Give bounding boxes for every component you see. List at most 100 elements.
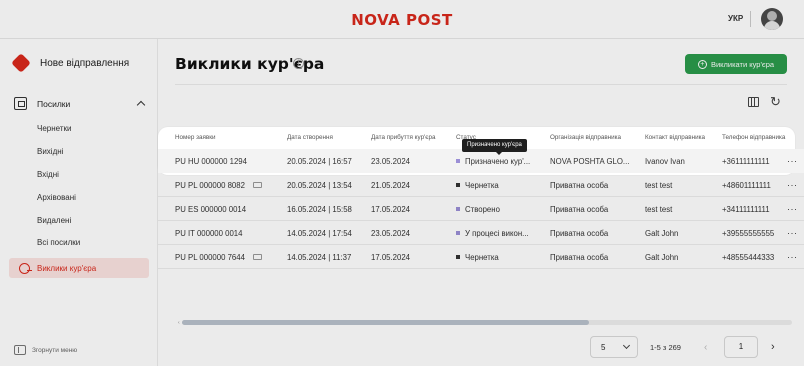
status-dot-icon — [456, 231, 460, 235]
cell-status: Призначено кур'... — [456, 157, 530, 166]
cell-number: PU HU 000000 1294 — [175, 157, 247, 166]
sidebar-item-outgoing[interactable]: Вихідні — [37, 147, 63, 156]
more-actions-icon[interactable]: ··· — [787, 156, 798, 166]
sidebar-item-deleted[interactable]: Видалені — [37, 216, 71, 225]
column-header[interactable]: Контакт відправника — [645, 134, 705, 141]
column-header[interactable]: Дата створення — [287, 134, 333, 141]
cell-number: PU IT 000000 0014 — [175, 229, 243, 238]
more-actions-icon[interactable]: ··· — [787, 180, 798, 190]
cell-org: Приватна особа — [550, 205, 609, 214]
table-row[interactable]: PU PL 000000 7644 14.05.2024 | 11:37 17.… — [158, 245, 804, 269]
cell-arrival: 23.05.2024 — [371, 229, 411, 238]
cell-phone: +34111111111 — [722, 205, 770, 214]
call-courier-label: Викликати кур'єра — [710, 59, 775, 69]
status-dot-icon — [456, 183, 460, 187]
page-size-value: 5 — [601, 343, 606, 352]
scrollbar-thumb[interactable] — [182, 320, 589, 325]
cell-contact: Ivanov Ivan — [645, 157, 685, 166]
language-switch[interactable]: УКР — [728, 14, 743, 23]
cell-created: 20.05.2024 | 16:57 — [287, 157, 352, 166]
sidebar-item-label: Виклики кур'єра — [37, 263, 97, 273]
cell-number: PU PL 000000 8082 — [175, 181, 262, 190]
table-row[interactable]: PU PL 000000 8082 20.05.2024 | 13:54 21.… — [158, 173, 804, 197]
cell-org: Приватна особа — [550, 253, 609, 262]
status-dot-icon — [456, 255, 460, 259]
column-header[interactable]: Організація відправника — [550, 134, 621, 141]
cell-contact: Galt John — [645, 229, 679, 238]
document-icon[interactable] — [252, 182, 262, 188]
sidebar-item-archived[interactable]: Архівовані — [37, 193, 76, 202]
more-actions-icon[interactable]: ··· — [787, 204, 798, 214]
more-actions-icon[interactable]: ··· — [787, 252, 798, 262]
nova-diamond-icon — [11, 53, 31, 73]
horizontal-scrollbar[interactable] — [182, 320, 792, 325]
collapse-menu-button[interactable]: Згорнути меню — [14, 345, 77, 355]
cell-org: Приватна особа — [550, 181, 609, 190]
prev-page-icon[interactable]: ‹ — [704, 342, 707, 353]
column-header[interactable]: Номер заявки — [175, 134, 216, 141]
sidebar: Нове відправлення Посилки Чернетки Вихід… — [0, 39, 158, 366]
divider — [750, 11, 751, 27]
next-page-icon[interactable]: › — [771, 341, 775, 353]
status-dot-icon — [456, 159, 460, 163]
parcel-icon — [14, 97, 27, 110]
pagination-range: 1-5 з 269 — [650, 343, 681, 352]
main-content: Виклики кур'єра i + Викликати кур'єра ↻ … — [158, 39, 804, 366]
cell-arrival: 17.05.2024 — [371, 205, 411, 214]
cell-status: У процесі викон... — [456, 229, 529, 238]
cell-number: PU ES 000000 0014 — [175, 205, 247, 214]
collapse-label: Згорнути меню — [32, 346, 78, 354]
more-actions-icon[interactable]: ··· — [787, 228, 798, 238]
cell-number: PU PL 000000 7644 — [175, 253, 262, 262]
scroll-left-icon[interactable]: ‹ — [178, 320, 180, 326]
cell-status: Чернетка — [456, 181, 499, 190]
cell-arrival: 23.05.2024 — [371, 157, 411, 166]
divider — [175, 84, 787, 85]
cell-arrival: 17.05.2024 — [371, 253, 411, 262]
table-row[interactable]: PU IT 000000 0014 14.05.2024 | 17:54 23.… — [158, 221, 804, 245]
sidebar-item-drafts[interactable]: Чернетки — [37, 124, 71, 133]
cell-org: Приватна особа — [550, 229, 609, 238]
new-shipment-label: Нове відправлення — [40, 57, 130, 69]
avatar[interactable] — [761, 8, 783, 30]
cell-contact: Galt John — [645, 253, 679, 262]
document-icon[interactable] — [252, 254, 262, 260]
cell-phone: +48601111111 — [722, 181, 771, 190]
courier-icon — [19, 262, 32, 274]
cell-contact: test test — [645, 205, 673, 214]
table-row[interactable]: PU ES 000000 0014 16.05.2024 | 15:58 17.… — [158, 197, 804, 221]
page-size-select[interactable]: 5 — [590, 336, 638, 358]
columns-icon[interactable] — [748, 97, 759, 107]
cell-created: 14.05.2024 | 11:37 — [287, 253, 352, 262]
cell-status: Чернетка — [456, 253, 499, 262]
column-header[interactable]: Дата прибуття кур'єра — [371, 134, 436, 141]
top-bar: NOVA POST УКР — [0, 0, 804, 39]
sidebar-collapse-icon — [14, 345, 26, 355]
chevron-up-icon[interactable] — [136, 100, 146, 110]
status-dot-icon — [456, 207, 460, 211]
sidebar-item-incoming[interactable]: Вхідні — [37, 170, 59, 179]
add-icon: + — [697, 59, 707, 69]
new-shipment-button[interactable]: Нове відправлення — [10, 53, 129, 73]
cell-created: 20.05.2024 | 13:54 — [287, 181, 352, 190]
cell-org: NOVA POSHTA GLO... — [550, 157, 630, 166]
page-number-input[interactable]: 1 — [724, 336, 758, 358]
nova-post-logo[interactable]: NOVA POST — [0, 11, 804, 29]
chevron-down-icon — [622, 341, 631, 350]
cell-arrival: 21.05.2024 — [371, 181, 411, 190]
call-courier-button[interactable]: + Викликати кур'єра — [685, 54, 787, 74]
cell-created: 14.05.2024 | 17:54 — [287, 229, 352, 238]
sidebar-section-label: Посилки — [37, 98, 71, 109]
table-row-highlighted[interactable]: PU HU 000000 1294 20.05.2024 | 16:57 23.… — [158, 149, 804, 173]
cell-created: 16.05.2024 | 15:58 — [287, 205, 352, 214]
sidebar-item-all-parcels[interactable]: Всі посилки — [37, 238, 80, 247]
sidebar-item-courier-calls[interactable]: Виклики кур'єра — [9, 258, 149, 278]
cell-phone: +36111111111 — [722, 157, 770, 166]
info-icon[interactable]: i — [293, 58, 304, 69]
status-tooltip: Призначено кур'єра — [462, 139, 527, 155]
sidebar-section-parcels[interactable]: Посилки — [14, 97, 146, 110]
column-header[interactable]: Телефон відправника — [722, 134, 785, 141]
cell-phone: +48555444333 — [722, 253, 775, 262]
refresh-icon[interactable]: ↻ — [770, 95, 781, 108]
cell-status: Створено — [456, 205, 500, 214]
